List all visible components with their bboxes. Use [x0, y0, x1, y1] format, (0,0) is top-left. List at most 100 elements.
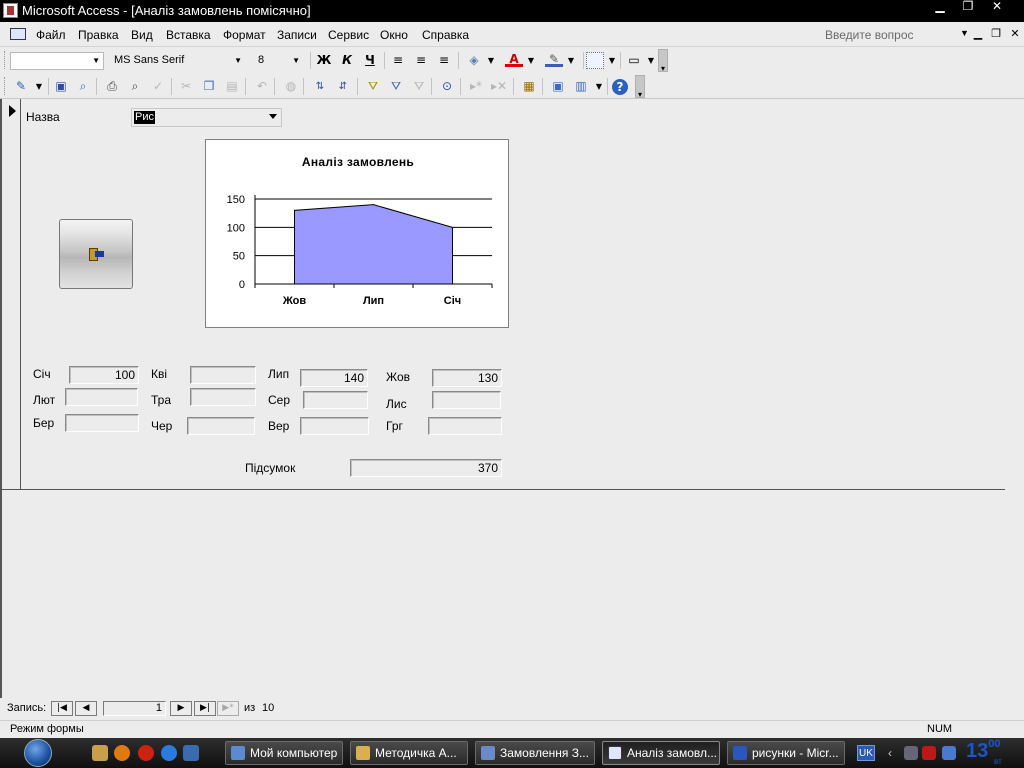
month-field-oct[interactable]: 130 — [432, 369, 502, 387]
close-form-button[interactable] — [59, 219, 133, 289]
filter-by-selection-icon[interactable]: ⛛ — [364, 78, 382, 95]
chevron-down-icon[interactable]: ▼ — [590, 78, 608, 95]
toolbar-grip[interactable] — [4, 51, 7, 69]
menu-tools[interactable]: Сервис — [328, 28, 369, 42]
chevron-down-icon[interactable]: ▼ — [482, 52, 500, 69]
antivirus-icon[interactable] — [922, 746, 936, 760]
toolbar-grip[interactable] — [4, 77, 7, 95]
total-field[interactable]: 370 — [350, 459, 502, 477]
underline-button[interactable]: Ч — [361, 52, 379, 69]
find-icon[interactable]: ⊙ — [438, 78, 456, 95]
sort-ascending-icon[interactable]: ⇅ — [311, 78, 329, 95]
quicklaunch-desktop-icon[interactable] — [183, 745, 199, 761]
chevron-down-icon[interactable]: ▼ — [522, 52, 540, 69]
align-right-icon[interactable]: ≡ — [435, 52, 453, 69]
line-width-icon[interactable]: ▭ — [625, 52, 643, 69]
quicklaunch-opera-icon[interactable] — [138, 745, 154, 761]
month-field-apr[interactable] — [190, 366, 256, 384]
sort-descending-icon[interactable]: ⇵ — [334, 78, 352, 95]
align-center-icon[interactable]: ≡ — [412, 52, 430, 69]
next-record-button[interactable]: ▶ — [170, 701, 192, 716]
save-icon[interactable]: ▣ — [52, 78, 70, 95]
print-icon[interactable]: ⎙ — [103, 78, 121, 95]
new-object-icon[interactable]: ▥ — [572, 78, 590, 95]
object-combo[interactable]: ▼ — [10, 52, 104, 70]
language-indicator[interactable]: UK — [857, 745, 875, 761]
help-icon[interactable]: ? — [612, 79, 628, 95]
task-my-computer[interactable]: Мой компьютер — [225, 741, 343, 765]
first-record-button[interactable]: |◀ — [51, 701, 73, 716]
ask-dropdown-icon[interactable]: ▼ — [960, 28, 969, 38]
start-button[interactable] — [20, 738, 60, 768]
search-file-icon[interactable]: ⌕ — [74, 78, 92, 95]
toolbar-options-icon[interactable]: ▾ — [635, 75, 645, 99]
month-field-dec[interactable] — [428, 417, 502, 435]
undo-icon[interactable]: ↶ — [253, 78, 271, 95]
quicklaunch-folder-icon[interactable] — [92, 745, 108, 761]
month-field-may[interactable] — [190, 388, 256, 406]
task-analiz-active[interactable]: Аналіз замовл... — [602, 741, 720, 765]
form-window-icon[interactable] — [10, 28, 26, 40]
quicklaunch-messenger-icon[interactable] — [114, 745, 130, 761]
toolbar-options-icon[interactable]: ▾ — [658, 49, 668, 73]
spelling-icon[interactable]: ✓ — [149, 78, 167, 95]
italic-button[interactable]: К — [338, 52, 356, 69]
previous-record-button[interactable]: ◀ — [75, 701, 97, 716]
menu-window[interactable]: Окно — [380, 28, 408, 42]
fill-color-icon[interactable]: ◈ — [465, 52, 483, 69]
quicklaunch-ie-icon[interactable] — [161, 745, 177, 761]
paste-icon[interactable]: ▤ — [223, 78, 241, 95]
cut-icon[interactable]: ✂ — [177, 78, 195, 95]
font-name-combo[interactable]: MS Sans Serif ▼ — [110, 52, 246, 70]
menu-insert[interactable]: Вставка — [166, 28, 211, 42]
menu-file[interactable]: Файл — [36, 28, 66, 42]
line-color-icon[interactable]: ✎ — [545, 52, 563, 67]
ask-question-input[interactable]: Введите вопрос — [825, 28, 914, 42]
mdi-minimize-button[interactable]: ▁ — [971, 27, 985, 40]
mdi-restore-button[interactable]: ❐ — [989, 27, 1003, 40]
month-field-aug[interactable] — [303, 391, 368, 409]
database-window-icon[interactable]: ▣ — [549, 78, 567, 95]
font-size-combo[interactable]: 8 ▼ — [254, 52, 304, 70]
task-word-rysunky[interactable]: рисунки - Micr... — [727, 741, 845, 765]
delete-record-icon[interactable]: ▸✕ — [490, 78, 508, 95]
menu-records[interactable]: Записи — [277, 28, 317, 42]
chevron-down-icon[interactable] — [269, 114, 277, 119]
menu-view[interactable]: Вид — [131, 28, 153, 42]
menu-help[interactable]: Справка — [422, 28, 469, 42]
current-record-input[interactable]: 1 — [103, 701, 166, 716]
new-record-button[interactable]: ▶* — [217, 701, 239, 716]
print-preview-icon[interactable]: ⌕ — [126, 78, 144, 95]
close-button[interactable]: ✕ — [985, 0, 1009, 14]
new-record-icon[interactable]: ▸* — [467, 78, 485, 95]
chevron-down-icon[interactable]: ▼ — [30, 78, 48, 95]
copy-icon[interactable]: ❐ — [200, 78, 218, 95]
view-design-icon[interactable]: ✎ — [12, 78, 30, 95]
month-field-jan[interactable]: 100 — [69, 366, 139, 384]
bold-button[interactable]: Ж — [315, 52, 333, 69]
filter-by-form-icon[interactable]: ⛛ — [387, 78, 405, 95]
task-zamovlennia[interactable]: Замовлення З... — [475, 741, 595, 765]
minimize-button[interactable]: ▁ — [928, 0, 952, 14]
month-field-jul[interactable]: 140 — [300, 369, 368, 387]
month-field-mar[interactable] — [65, 414, 139, 432]
name-combo[interactable]: Рис — [131, 108, 282, 127]
mdi-close-button[interactable]: ✕ — [1008, 27, 1022, 40]
task-methodichka[interactable]: Методичка А... — [350, 741, 468, 765]
month-field-feb[interactable] — [65, 388, 138, 406]
apply-filter-icon[interactable]: ⛛ — [410, 78, 428, 95]
month-field-nov[interactable] — [432, 391, 501, 409]
align-left-icon[interactable]: ≡ — [389, 52, 407, 69]
chevron-down-icon[interactable]: ▼ — [562, 52, 580, 69]
access-app-icon[interactable] — [3, 3, 18, 18]
menu-format[interactable]: Формат — [223, 28, 266, 42]
font-color-icon[interactable]: A — [505, 52, 523, 67]
restore-button[interactable]: ❐ — [956, 0, 980, 14]
chevron-down-icon[interactable]: ▼ — [603, 52, 621, 69]
record-selector[interactable] — [0, 99, 21, 490]
last-record-button[interactable]: ▶| — [194, 701, 216, 716]
menu-edit[interactable]: Правка — [78, 28, 119, 42]
properties-icon[interactable]: ▦ — [520, 78, 538, 95]
insert-hyperlink-icon[interactable]: ◍ — [282, 78, 300, 95]
border-style-icon[interactable] — [586, 52, 604, 69]
